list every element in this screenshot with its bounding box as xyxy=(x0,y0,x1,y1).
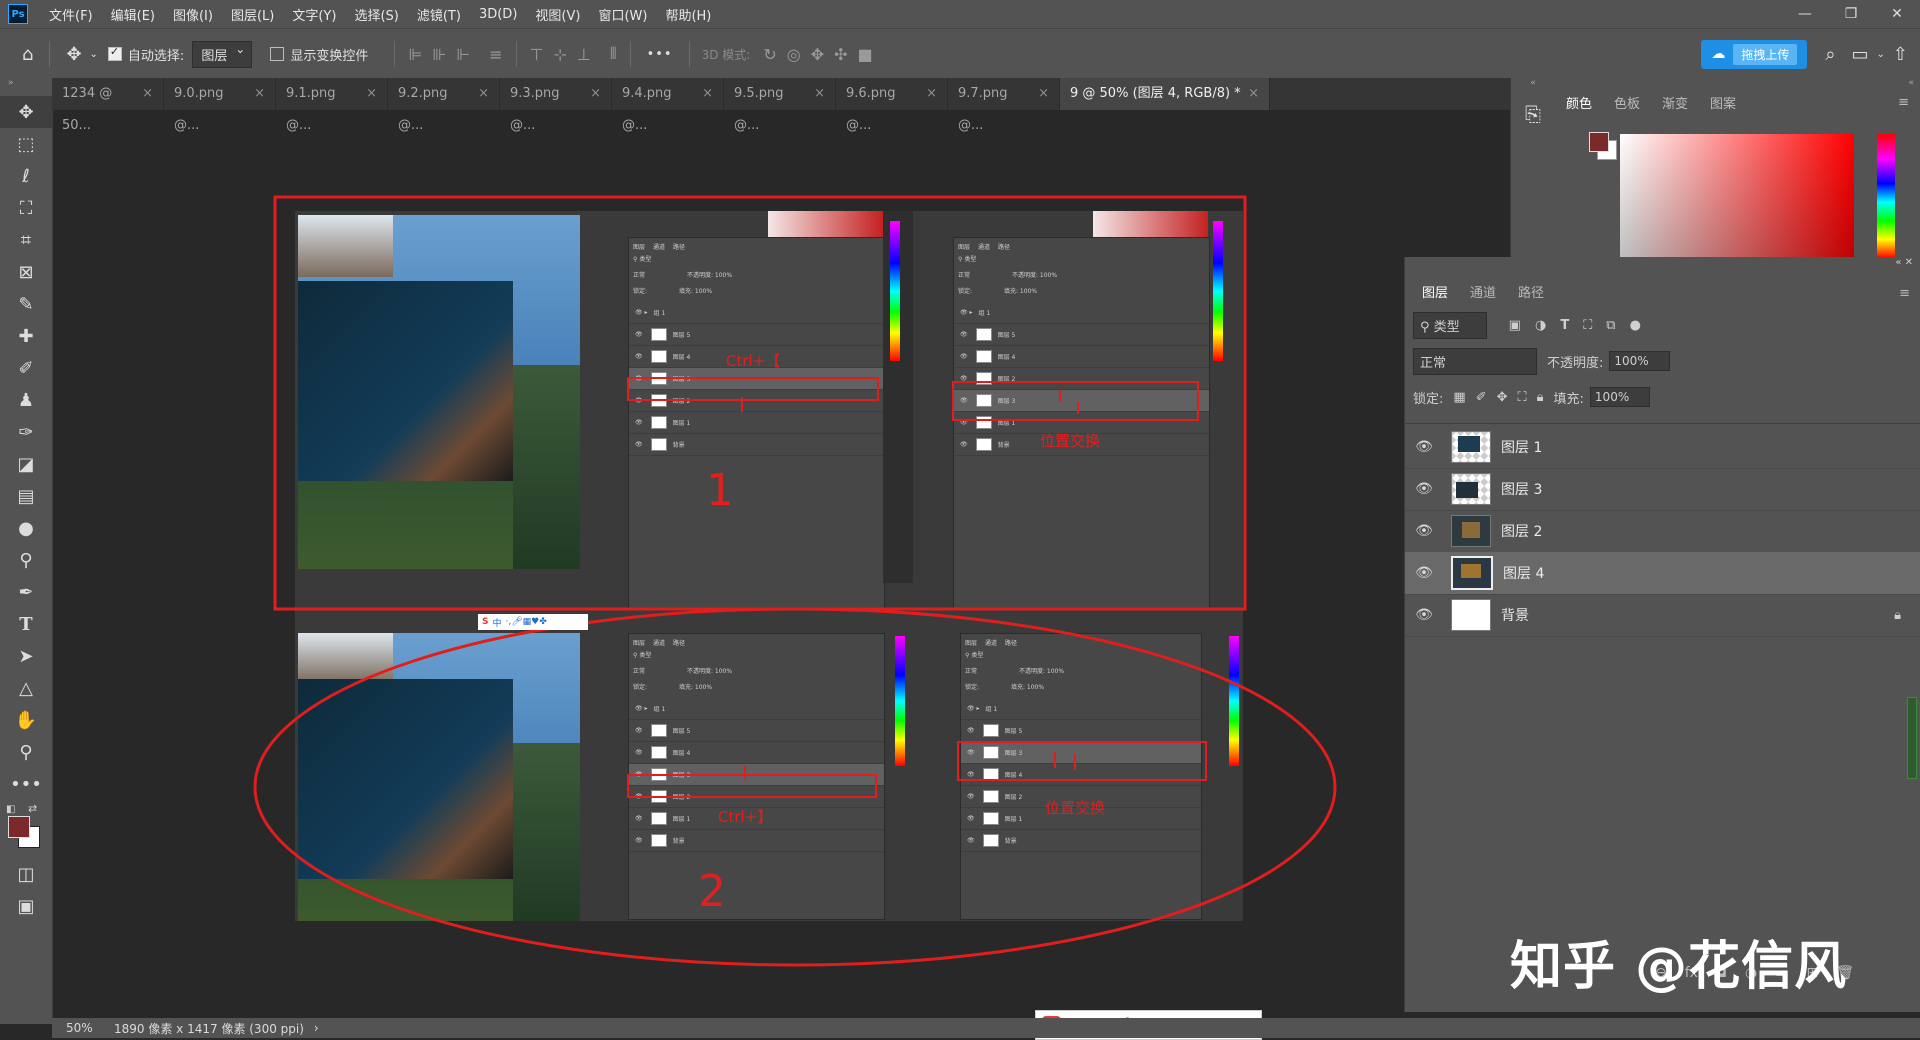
highlight-ellipse-bottom xyxy=(253,607,1337,967)
annotation-ctrl-left-bracket: Ctrl+【 xyxy=(726,352,781,370)
annotation-swap-top: 位置交换 xyxy=(1040,432,1101,450)
status-bar: 50% 1890 像素 x 1417 像素 (300 ppi) › xyxy=(52,1018,1920,1038)
annotation-swap-bottom: 位置交换 xyxy=(1045,799,1106,817)
annotation-number-2: 2 xyxy=(698,866,726,917)
watermark: 知乎 @花信风 xyxy=(1510,937,1848,997)
ime-icons: ·,🎤︎▦♥✤ xyxy=(505,617,547,627)
highlight-row xyxy=(957,741,1207,781)
highlight-row xyxy=(952,381,1199,421)
chevron-right-icon[interactable]: › xyxy=(314,1021,319,1035)
ime-mode-label: 中 xyxy=(492,618,502,629)
ime-toolbar-small: S 中 ·,🎤︎▦♥✤ xyxy=(478,614,588,630)
zoom-level[interactable]: 50% xyxy=(66,1021,106,1035)
annotation-overlay xyxy=(253,195,1337,967)
annotation-number-1: 1 xyxy=(706,465,734,516)
highlight-row xyxy=(627,774,877,798)
sogou-logo-icon: S xyxy=(482,617,489,627)
annotation-ctrl-right-bracket: Ctrl+】 xyxy=(718,808,773,826)
document-size: 1890 像素 x 1417 像素 (300 ppi) xyxy=(114,1021,304,1036)
highlight-box-top xyxy=(273,195,1247,611)
highlight-row xyxy=(627,377,879,401)
